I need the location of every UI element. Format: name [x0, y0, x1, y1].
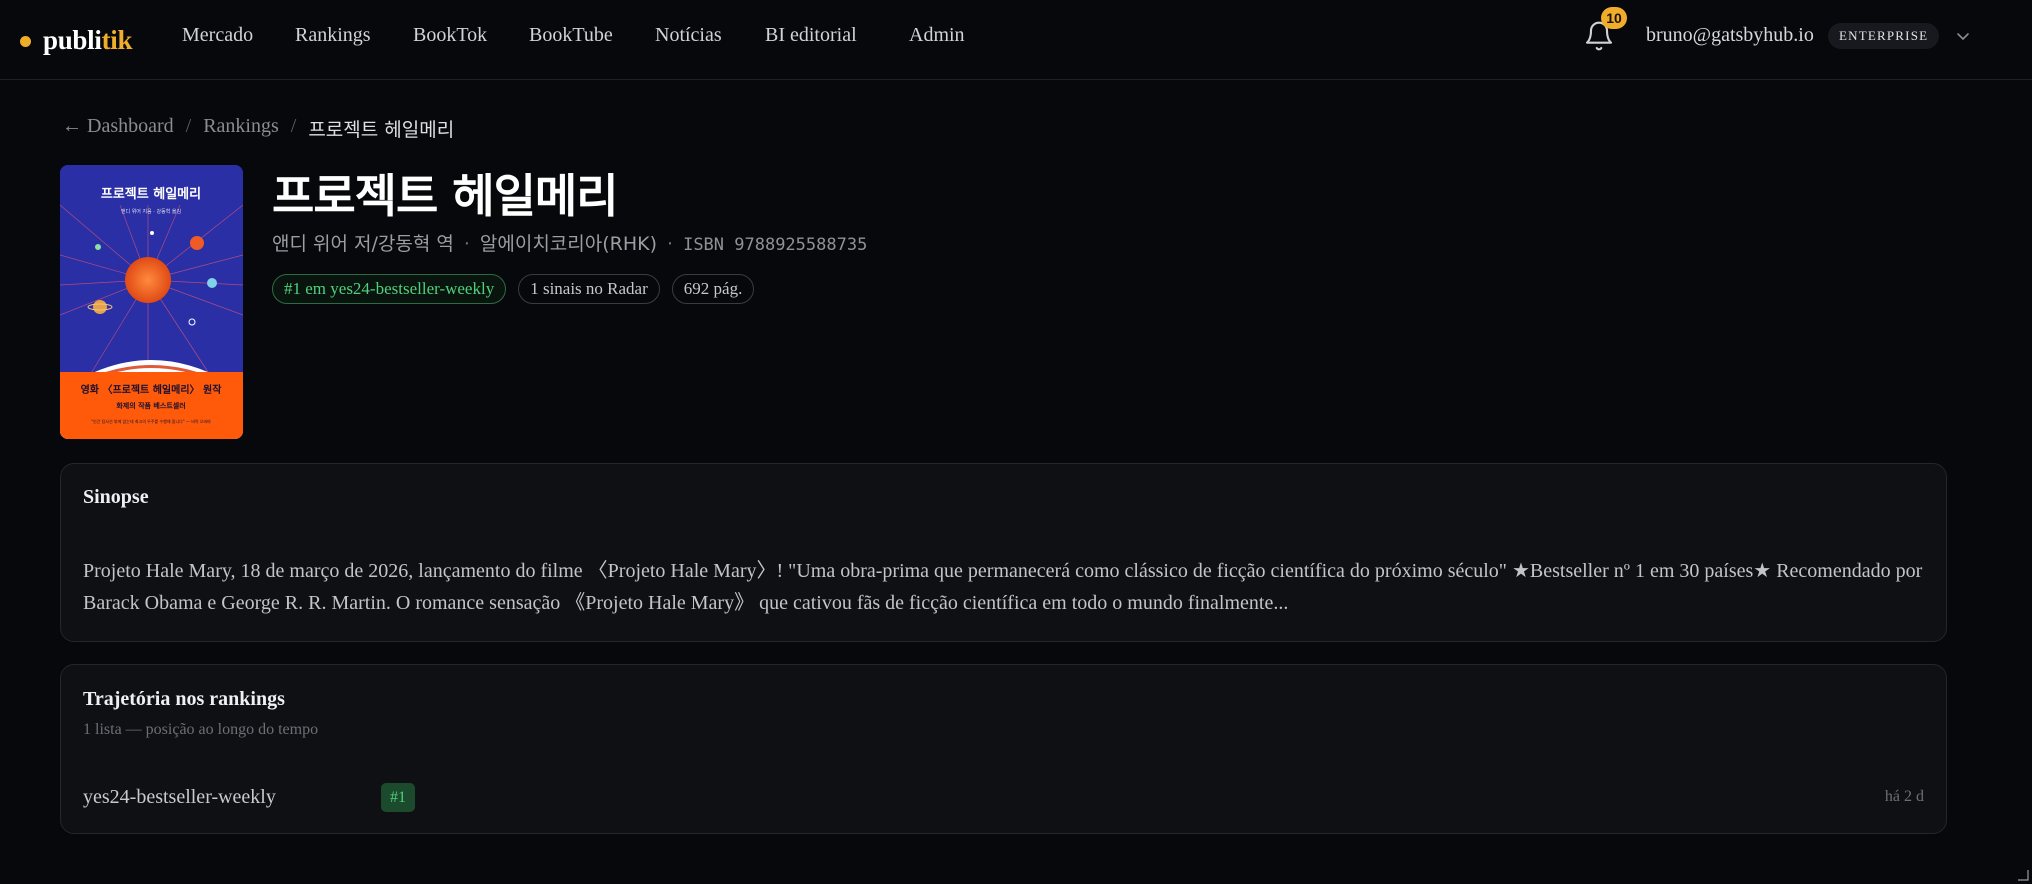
app-logo[interactable]: publi tik: [20, 0, 132, 80]
meta-separator: ·: [463, 233, 470, 255]
trajectory-subtitle: 1 lista — posição ao longo do tempo: [83, 721, 319, 738]
logo-text-part2: tik: [101, 24, 133, 55]
book-authors: 앤디 위어 저/강동혁 역: [272, 233, 454, 255]
rank-chip[interactable]: #1 em yes24-bestseller-weekly: [272, 274, 507, 304]
user-email[interactable]: bruno@gatsbyhub.io: [1646, 24, 1814, 47]
notification-count-badge: 10: [1601, 7, 1627, 29]
synopsis-card: Sinopse Projeto Hale Mary, 18 de março d…: [60, 463, 1947, 642]
book-isbn: ISBN 9788925588735: [683, 235, 868, 255]
nav-item-noticias[interactable]: Notícias: [655, 24, 722, 47]
breadcrumb: ← Dashboard / Rankings / 프로젝트 헤일메리: [62, 115, 454, 142]
radar-signals-chip[interactable]: 1 sinais no Radar: [518, 274, 660, 304]
nav-item-bi-editorial[interactable]: BI editorial: [765, 24, 857, 47]
breadcrumb-separator: /: [185, 115, 192, 137]
breadcrumb-current: 프로젝트 헤일메리: [308, 119, 455, 141]
plan-badge: ENTERPRISE: [1828, 23, 1940, 49]
book-cover-art: 프로젝트 헤일메리 앤디 위어 지음 · 강동혁 옮김 영화 〈프로젝트 헤일메…: [60, 165, 243, 439]
cover-title-text: 프로젝트 헤일메리: [101, 186, 201, 202]
breadcrumb-separator: /: [290, 115, 297, 137]
top-navbar: publi tik Mercado Rankings BookTok BookTu…: [0, 0, 2032, 80]
nav-item-mercado[interactable]: Mercado: [182, 24, 253, 47]
book-cover: 프로젝트 헤일메리 앤디 위어 지음 · 강동혁 옮김 영화 〈프로젝트 헤일메…: [60, 165, 243, 439]
resize-handle-icon[interactable]: [2016, 868, 2030, 882]
book-meta: 앤디 위어 저/강동혁 역 · 알에이치코리아(RHK) · ISBN 97889255…: [272, 229, 867, 256]
cover-banner-main: 영화 〈프로젝트 헤일메리〉 원작: [81, 383, 223, 396]
chevron-down-icon[interactable]: [1955, 28, 1971, 44]
synopsis-title: Sinopse: [83, 486, 149, 508]
nav-item-admin[interactable]: Admin: [909, 24, 965, 47]
cover-banner-quote: "인간 탐사선 밖에 없는데 최고의 우주를 수행해 줍니다" — 버락 오바마: [91, 418, 211, 424]
book-chips: #1 em yes24-bestseller-weekly 1 sinais n…: [272, 274, 755, 304]
logo-dot-icon: [20, 36, 31, 47]
nav-item-booktok[interactable]: BookTok: [413, 24, 487, 47]
synopsis-text: Projeto Hale Mary, 18 de março de 2026, …: [83, 560, 1923, 614]
rank-position-badge: #1: [381, 783, 415, 812]
cover-banner-sub: 화제의 작품 베스트셀러: [116, 401, 185, 410]
cover-author-text: 앤디 위어 지음 · 강동혁 옮김: [121, 208, 181, 215]
trajectory-title: Trajetória nos rankings: [83, 688, 285, 710]
ranking-list-name[interactable]: yes24-bestseller-weekly: [83, 786, 276, 809]
nav-item-rankings[interactable]: Rankings: [295, 24, 371, 47]
breadcrumb-dashboard-link[interactable]: ← Dashboard: [62, 115, 174, 142]
ranking-trajectory-card: Trajetória nos rankings 1 lista — posiçã…: [60, 664, 1947, 834]
book-publisher: 알에이치코리아(RHK): [479, 233, 658, 255]
page-count-chip: 692 pág.: [671, 274, 755, 304]
logo-text-part1: publi: [43, 24, 102, 55]
last-seen-time: há 2 d: [1884, 788, 1924, 805]
book-title: 프로젝트 헤일메리: [272, 169, 619, 223]
meta-separator: ·: [667, 233, 674, 255]
nav-item-booktube[interactable]: BookTube: [529, 24, 613, 47]
breadcrumb-rankings-link[interactable]: Rankings: [203, 115, 279, 142]
